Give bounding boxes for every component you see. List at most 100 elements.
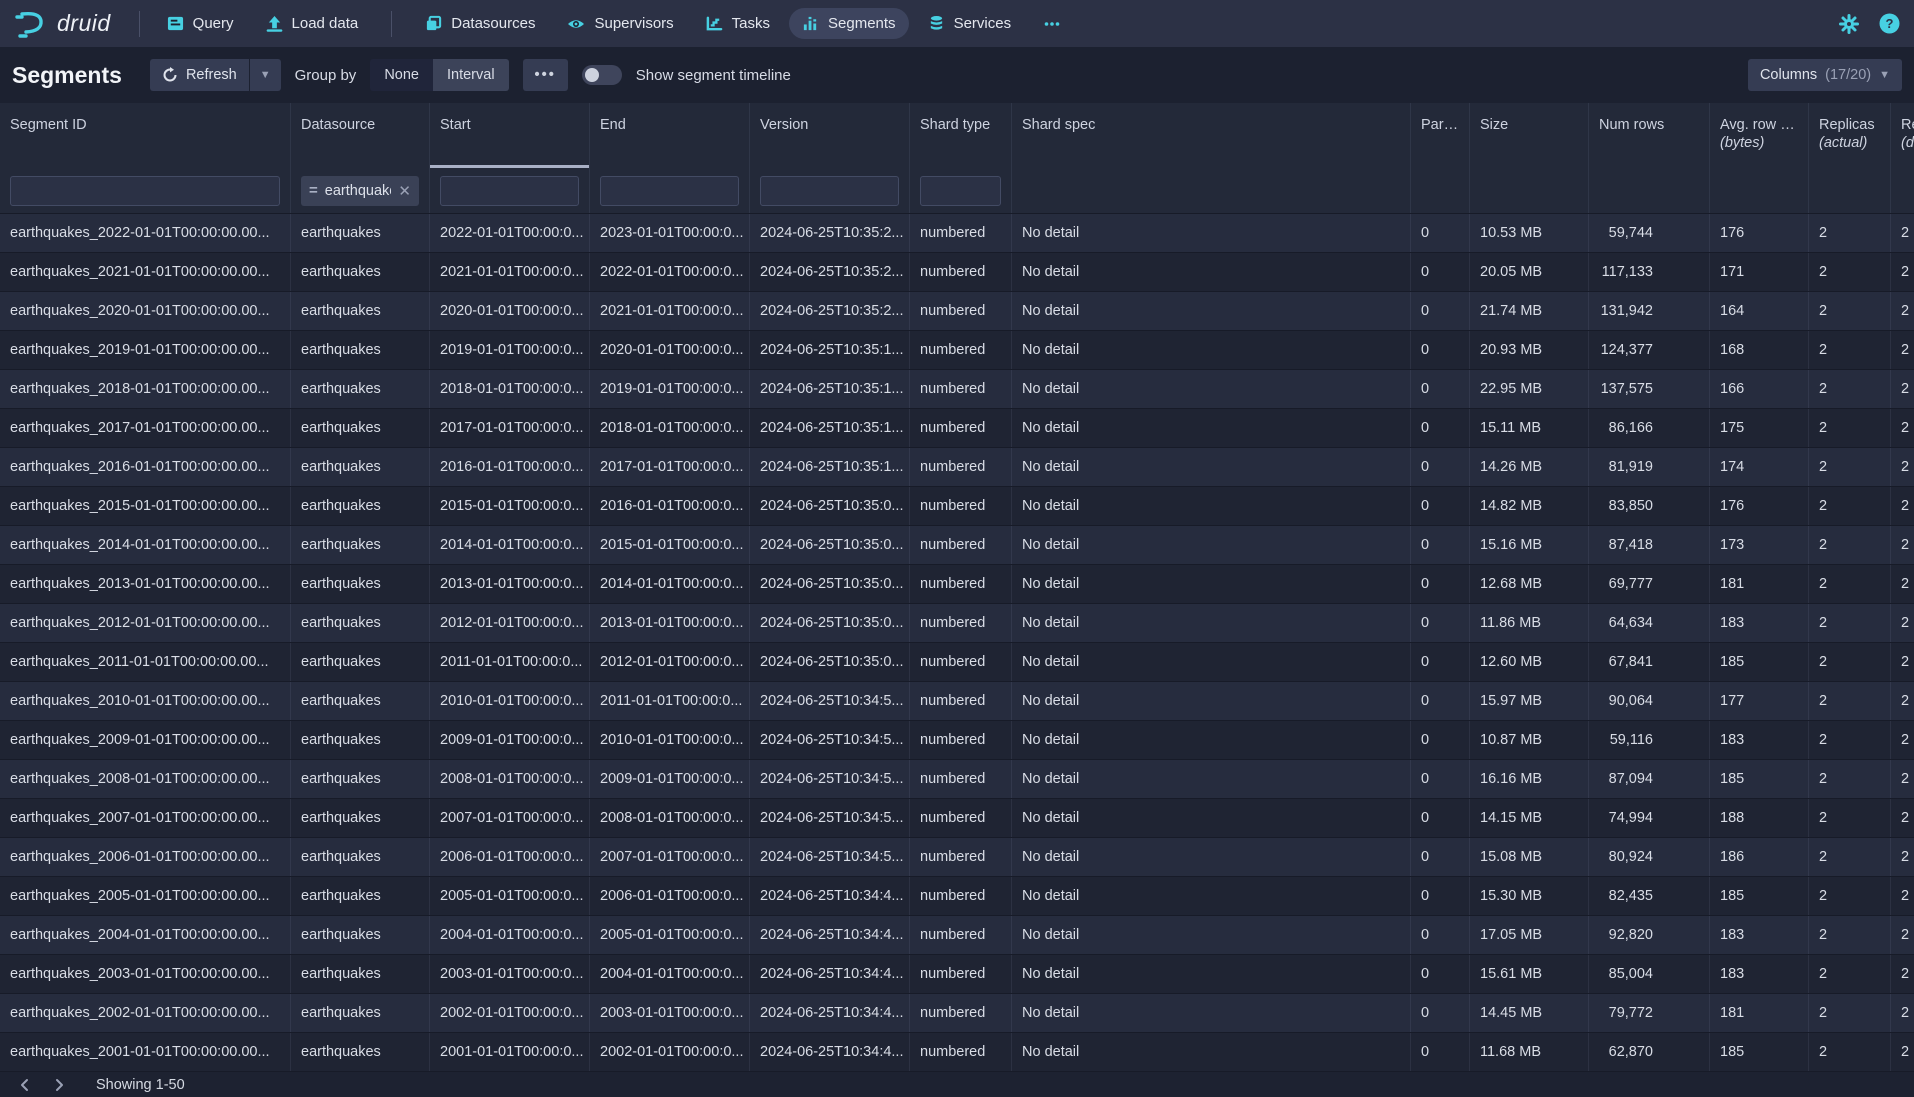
cell-shard_type[interactable]: numbered [910, 253, 1012, 291]
cell-datasource[interactable]: earthquakes [291, 916, 430, 954]
cell-shard_type[interactable]: numbered [910, 955, 1012, 993]
cell-start[interactable]: 2014-01-01T00:00:0... [430, 526, 590, 564]
cell-avg_row_size[interactable]: 171 [1710, 253, 1809, 291]
cell-num_rows[interactable]: 117,133 [1589, 253, 1710, 291]
cell-end[interactable]: 2019-01-01T00:00:0... [590, 370, 750, 408]
cell-partition[interactable]: 0 [1411, 370, 1470, 408]
cell-replication_factor[interactable]: 2 [1891, 487, 1914, 525]
cell-end[interactable]: 2005-01-01T00:00:0... [590, 916, 750, 954]
cell-replication_factor[interactable]: 2 [1891, 799, 1914, 837]
cell-shard_spec[interactable]: No detail [1012, 526, 1411, 564]
column-header-size[interactable]: Size [1470, 103, 1589, 168]
cell-avg_row_size[interactable]: 183 [1710, 604, 1809, 642]
cell-replicas[interactable]: 2 [1809, 682, 1891, 720]
cell-shard_type[interactable]: numbered [910, 760, 1012, 798]
refresh-caret-button[interactable]: ▼ [250, 59, 281, 91]
cell-shard_spec[interactable]: No detail [1012, 253, 1411, 291]
cell-avg_row_size[interactable]: 164 [1710, 292, 1809, 330]
cell-version[interactable]: 2024-06-25T10:35:0... [750, 526, 910, 564]
cell-shard_spec[interactable]: No detail [1012, 409, 1411, 447]
toolbar-more-button[interactable]: ••• [523, 59, 568, 91]
nav-more-button[interactable] [1030, 8, 1074, 40]
cell-replication_factor[interactable]: 2 [1891, 916, 1914, 954]
cell-end[interactable]: 2023-01-01T00:00:0... [590, 214, 750, 252]
column-header-shard_spec[interactable]: Shard spec [1012, 103, 1411, 168]
cell-shard_type[interactable]: numbered [910, 1033, 1012, 1071]
cell-num_rows[interactable]: 137,575 [1589, 370, 1710, 408]
cell-end[interactable]: 2022-01-01T00:00:0... [590, 253, 750, 291]
cell-replication_factor[interactable]: 2 [1891, 292, 1914, 330]
cell-shard_type[interactable]: numbered [910, 643, 1012, 681]
previous-page-button[interactable] [10, 1074, 40, 1096]
group-by-interval-button[interactable]: Interval [433, 59, 509, 91]
cell-avg_row_size[interactable]: 166 [1710, 370, 1809, 408]
cell-partition[interactable]: 0 [1411, 838, 1470, 876]
cell-shard_spec[interactable]: No detail [1012, 370, 1411, 408]
column-header-replicas[interactable]: Replicas(actual) [1809, 103, 1891, 168]
cell-avg_row_size[interactable]: 181 [1710, 565, 1809, 603]
cell-shard_spec[interactable]: No detail [1012, 448, 1411, 486]
cell-partition[interactable]: 0 [1411, 604, 1470, 642]
cell-replicas[interactable]: 2 [1809, 604, 1891, 642]
cell-num_rows[interactable]: 83,850 [1589, 487, 1710, 525]
segment-timeline-toggle[interactable] [582, 65, 622, 85]
cell-size[interactable]: 10.53 MB [1470, 214, 1589, 252]
cell-datasource[interactable]: earthquakes [291, 214, 430, 252]
cell-version[interactable]: 2024-06-25T10:34:4... [750, 916, 910, 954]
cell-replicas[interactable]: 2 [1809, 799, 1891, 837]
cell-segment_id[interactable]: earthquakes_2020-01-01T00:00:00.00... [0, 292, 291, 330]
cell-shard_type[interactable]: numbered [910, 331, 1012, 369]
cell-datasource[interactable]: earthquakes [291, 799, 430, 837]
cell-num_rows[interactable]: 67,841 [1589, 643, 1710, 681]
cell-size[interactable]: 15.61 MB [1470, 955, 1589, 993]
cell-partition[interactable]: 0 [1411, 487, 1470, 525]
cell-segment_id[interactable]: earthquakes_2005-01-01T00:00:00.00... [0, 877, 291, 915]
cell-shard_spec[interactable]: No detail [1012, 331, 1411, 369]
cell-replicas[interactable]: 2 [1809, 760, 1891, 798]
column-header-end[interactable]: End [590, 103, 750, 168]
cell-end[interactable]: 2007-01-01T00:00:0... [590, 838, 750, 876]
cell-start[interactable]: 2013-01-01T00:00:0... [430, 565, 590, 603]
cell-num_rows[interactable]: 74,994 [1589, 799, 1710, 837]
cell-replicas[interactable]: 2 [1809, 1033, 1891, 1071]
cell-replication_factor[interactable]: 2 [1891, 409, 1914, 447]
cell-shard_type[interactable]: numbered [910, 526, 1012, 564]
cell-start[interactable]: 2020-01-01T00:00:0... [430, 292, 590, 330]
cell-partition[interactable]: 0 [1411, 916, 1470, 954]
cell-avg_row_size[interactable]: 185 [1710, 1033, 1809, 1071]
cell-avg_row_size[interactable]: 181 [1710, 994, 1809, 1032]
cell-size[interactable]: 15.16 MB [1470, 526, 1589, 564]
cell-end[interactable]: 2017-01-01T00:00:0... [590, 448, 750, 486]
cell-num_rows[interactable]: 86,166 [1589, 409, 1710, 447]
cell-shard_spec[interactable]: No detail [1012, 682, 1411, 720]
column-header-partition[interactable]: Partition [1411, 103, 1470, 168]
cell-start[interactable]: 2018-01-01T00:00:0... [430, 370, 590, 408]
cell-datasource[interactable]: earthquakes [291, 955, 430, 993]
column-header-avg_row_size[interactable]: Avg. row size(bytes) [1710, 103, 1809, 168]
filter-input-version[interactable] [760, 176, 899, 206]
cell-datasource[interactable]: earthquakes [291, 331, 430, 369]
cell-size[interactable]: 11.68 MB [1470, 1033, 1589, 1071]
cell-replicas[interactable]: 2 [1809, 409, 1891, 447]
cell-version[interactable]: 2024-06-25T10:35:0... [750, 643, 910, 681]
cell-num_rows[interactable]: 92,820 [1589, 916, 1710, 954]
cell-end[interactable]: 2020-01-01T00:00:0... [590, 331, 750, 369]
cell-segment_id[interactable]: earthquakes_2004-01-01T00:00:00.00... [0, 916, 291, 954]
cell-end[interactable]: 2015-01-01T00:00:0... [590, 526, 750, 564]
cell-size[interactable]: 14.15 MB [1470, 799, 1589, 837]
cell-shard_spec[interactable]: No detail [1012, 799, 1411, 837]
column-header-datasource[interactable]: Datasource [291, 103, 430, 168]
cell-version[interactable]: 2024-06-25T10:34:5... [750, 721, 910, 759]
cell-num_rows[interactable]: 131,942 [1589, 292, 1710, 330]
cell-partition[interactable]: 0 [1411, 721, 1470, 759]
cell-avg_row_size[interactable]: 176 [1710, 487, 1809, 525]
cell-size[interactable]: 11.86 MB [1470, 604, 1589, 642]
cell-segment_id[interactable]: earthquakes_2001-01-01T00:00:00.00... [0, 1033, 291, 1071]
cell-segment_id[interactable]: earthquakes_2013-01-01T00:00:00.00... [0, 565, 291, 603]
cell-replication_factor[interactable]: 2 [1891, 214, 1914, 252]
cell-segment_id[interactable]: earthquakes_2007-01-01T00:00:00.00... [0, 799, 291, 837]
cell-datasource[interactable]: earthquakes [291, 565, 430, 603]
cell-shard_spec[interactable]: No detail [1012, 994, 1411, 1032]
cell-avg_row_size[interactable]: 175 [1710, 409, 1809, 447]
cell-version[interactable]: 2024-06-25T10:35:0... [750, 604, 910, 642]
